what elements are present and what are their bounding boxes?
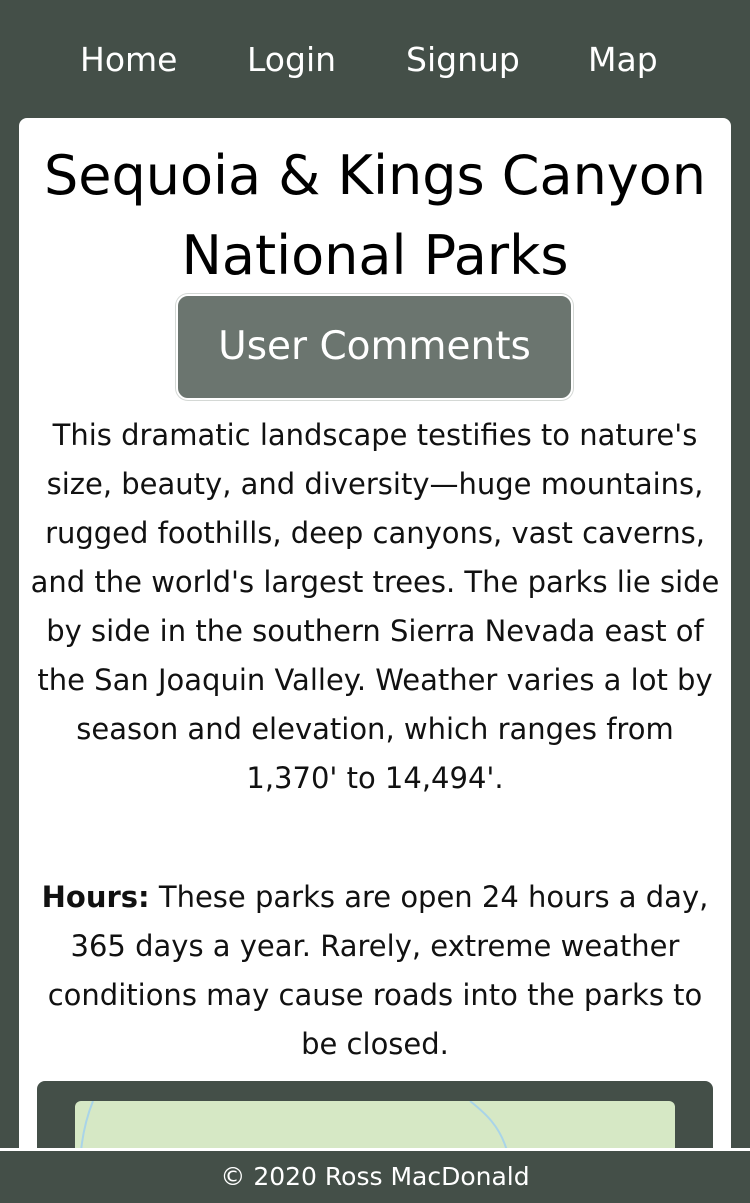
user-comments-button[interactable]: User Comments bbox=[176, 294, 573, 400]
copyright-text: © 2020 Ross MacDonald bbox=[220, 1162, 530, 1191]
nav-signup-link[interactable]: Signup bbox=[406, 40, 520, 79]
page-footer: © 2020 Ross MacDonald bbox=[0, 1148, 750, 1202]
park-card: Sequoia & Kings Canyon National Parks Us… bbox=[19, 118, 731, 1158]
park-title: Sequoia & Kings Canyon National Parks bbox=[43, 144, 707, 287]
hours-label: Hours: bbox=[41, 880, 150, 914]
nav-login-link[interactable]: Login bbox=[247, 40, 336, 79]
top-navigation: Home Login Signup Map bbox=[0, 0, 750, 118]
nav-home-link[interactable]: Home bbox=[80, 40, 177, 79]
map-container bbox=[37, 1081, 713, 1158]
nav-map-link[interactable]: Map bbox=[588, 40, 658, 79]
park-hours: Hours: These parks are open 24 hours a d… bbox=[27, 873, 723, 1069]
park-description: This dramatic landscape testifies to nat… bbox=[30, 418, 720, 795]
